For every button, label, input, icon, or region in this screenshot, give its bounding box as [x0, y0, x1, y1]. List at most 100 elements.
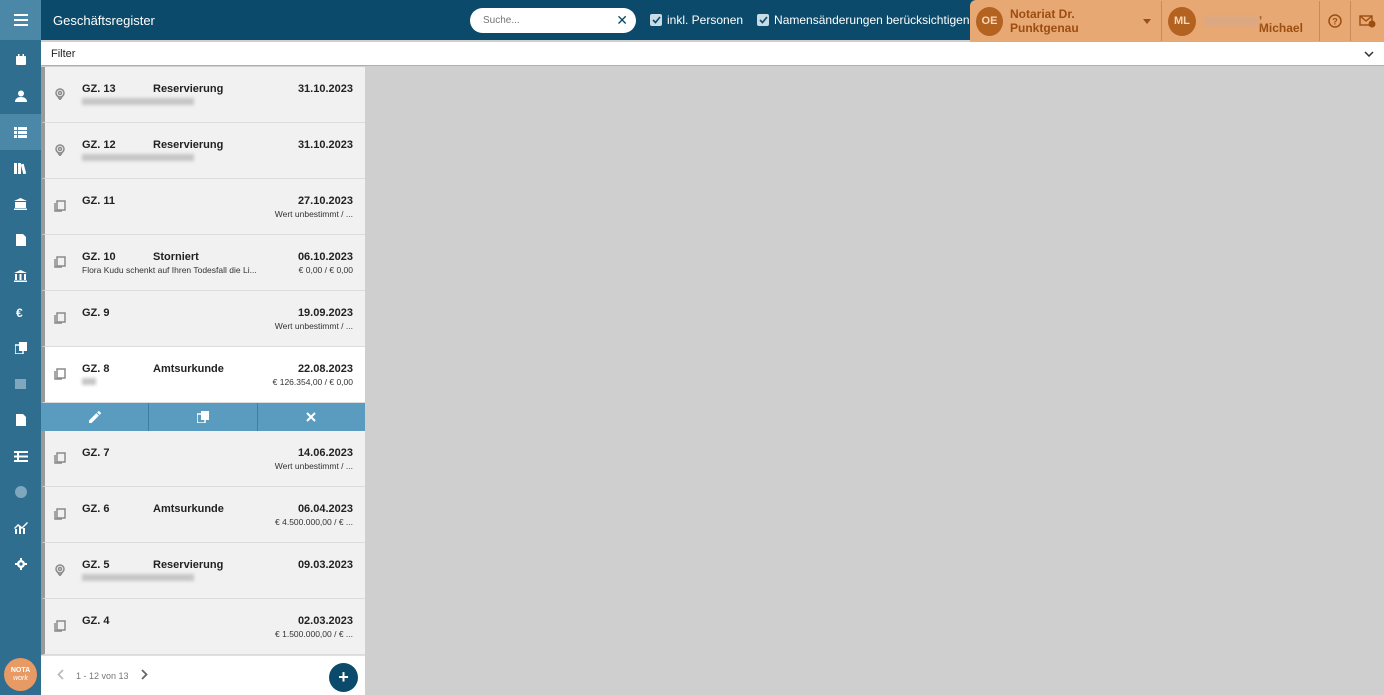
nav-institutions[interactable] [0, 258, 41, 294]
business-number: GZ. 8 [82, 363, 110, 375]
clear-search-icon[interactable]: ✕ [616, 12, 628, 29]
menu-button[interactable] [0, 0, 41, 40]
org-avatar: OE [976, 6, 1003, 36]
business-number: GZ. 5 [82, 559, 110, 571]
business-date: 06.10.2023 [297, 251, 353, 263]
next-page-button[interactable] [140, 668, 148, 683]
nav-documents[interactable] [0, 222, 41, 258]
business-date: 06.04.2023 [297, 503, 353, 515]
page-title: Geschäftsregister [53, 12, 155, 28]
copy-icon [14, 342, 27, 354]
nav-records[interactable] [0, 402, 41, 438]
business-date: 31.10.2023 [297, 139, 353, 151]
add-business-button[interactable]: + [329, 663, 358, 692]
business-type: Storniert [153, 251, 199, 263]
mail-icon [1359, 15, 1376, 28]
business-value: € 0,00 / € 0,00 [298, 265, 353, 275]
business-date: 09.03.2023 [297, 559, 353, 571]
list-item[interactable]: GZ. 11 27.10.2023 Wert unbestimmt / ... [41, 179, 365, 235]
business-number: GZ. 10 [82, 251, 116, 263]
incl-persons-checkbox[interactable]: inkl. Personen [650, 13, 743, 27]
pagination-label: 1 - 12 von 13 [76, 670, 129, 681]
nav-statistics[interactable] [0, 510, 41, 546]
chevron-right-icon [140, 668, 148, 680]
list-item[interactable]: GZ. 5 Reservierung 09.03.2023 [41, 543, 365, 599]
map-pin-icon [54, 88, 66, 103]
name-changes-checkbox[interactable]: Namensänderungen berücksichtigen [757, 13, 970, 27]
help-icon: ? [1328, 14, 1342, 28]
business-date: 02.03.2023 [297, 615, 353, 627]
row-actions [41, 403, 365, 431]
list-item[interactable]: GZ. 13 Reservierung 31.10.2023 [41, 67, 365, 123]
redacted-description [82, 98, 194, 105]
document-stack-icon [54, 312, 66, 327]
prev-page-button[interactable] [57, 668, 64, 683]
org-switcher[interactable]: OE Notariat Dr. Punktgenau [970, 6, 1161, 36]
business-number: GZ. 11 [82, 195, 116, 207]
search-input[interactable] [483, 14, 617, 26]
user-lastname-redacted [1203, 16, 1259, 26]
nav-persons[interactable] [0, 78, 41, 114]
side-navigation: € NOTA work [0, 0, 41, 695]
document-stack-icon [54, 256, 66, 271]
business-type: Reservierung [153, 559, 224, 571]
filter-bar[interactable]: Filter [41, 42, 1384, 66]
business-date: 22.08.2023 [297, 363, 353, 375]
business-value: € 4.500.000,00 / € ... [275, 517, 353, 527]
list-item[interactable]: GZ. 12 Reservierung 31.10.2023 [41, 123, 365, 179]
detail-panel [365, 67, 1384, 695]
delete-button[interactable] [258, 403, 365, 431]
nav-safe[interactable] [0, 186, 41, 222]
checkbox-checked-icon [650, 14, 662, 26]
business-number: GZ. 4 [82, 615, 110, 627]
list-item[interactable]: GZ. 6 Amtsurkunde 06.04.2023 € 4.500.000… [41, 487, 365, 543]
chevron-down-icon [1364, 50, 1374, 57]
nav-copies[interactable] [0, 330, 41, 366]
list-item[interactable]: GZ. 4 02.03.2023 € 1.500.000,00 / € ... [41, 599, 365, 655]
info-icon [14, 486, 27, 498]
close-icon [306, 412, 317, 422]
name-changes-label: Namensänderungen berücksichtigen [774, 13, 970, 27]
document-stack-icon [54, 200, 66, 215]
business-number: GZ. 13 [82, 83, 116, 95]
map-pin-icon [54, 144, 66, 159]
document-icon [15, 414, 26, 426]
nav-settings[interactable] [0, 546, 41, 582]
list-item-selected[interactable]: GZ. 8 Amtsurkunde 22.08.2023 € 126.354,0… [41, 347, 365, 403]
nav-disabled-item[interactable] [0, 366, 41, 402]
nav-calendar[interactable] [0, 42, 41, 78]
hamburger-icon [13, 14, 28, 26]
gear-icon [14, 558, 27, 570]
notawork-logo: NOTA work [4, 658, 37, 691]
calendar-icon [15, 54, 26, 65]
nav-library[interactable] [0, 150, 41, 186]
chevron-left-icon [57, 668, 64, 680]
copy-icon [196, 411, 209, 423]
list-item[interactable]: GZ. 10 Storniert 06.10.2023 Flora Kudu s… [41, 235, 365, 291]
nav-finance[interactable]: € [0, 294, 41, 330]
business-number: GZ. 7 [82, 447, 110, 459]
nav-ledger[interactable] [0, 438, 41, 474]
business-date: 31.10.2023 [297, 83, 353, 95]
checkbox-checked-icon [757, 14, 770, 26]
redacted-description [82, 154, 194, 161]
pencil-icon [88, 411, 101, 423]
person-icon [14, 90, 27, 102]
svg-text:€: € [16, 306, 23, 318]
ledger-icon [13, 450, 28, 462]
duplicate-button[interactable] [149, 403, 258, 431]
bank-safe-icon [14, 198, 27, 210]
library-icon [14, 163, 27, 174]
list-item[interactable]: GZ. 9 19.09.2023 Wert unbestimmt / ... [41, 291, 365, 347]
nav-info[interactable] [0, 474, 41, 510]
messages-button[interactable] [1351, 14, 1384, 28]
chevron-down-icon [1143, 18, 1152, 24]
analytics-icon [13, 522, 28, 534]
help-button[interactable]: ? [1320, 14, 1350, 28]
user-menu[interactable]: ML , Michael [1162, 6, 1319, 36]
business-type: Reservierung [153, 83, 224, 95]
list-item[interactable]: GZ. 7 14.06.2023 Wert unbestimmt / ... [41, 431, 365, 487]
edit-button[interactable] [41, 403, 150, 431]
nav-business-register[interactable] [0, 114, 41, 150]
institution-icon [14, 270, 27, 282]
